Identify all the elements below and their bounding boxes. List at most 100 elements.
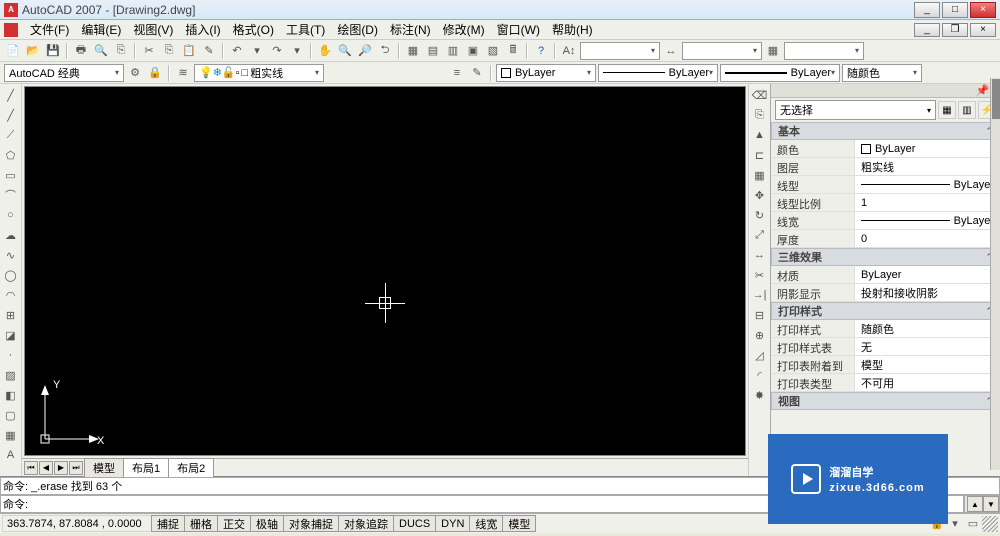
layer-mgr-icon[interactable]: ≋ (174, 64, 192, 82)
menu-window[interactable]: 窗口(W) (491, 19, 546, 40)
selectobj-icon[interactable]: ▥ (958, 101, 976, 119)
prop-value[interactable]: 随颜色 (855, 320, 1000, 337)
calc-icon[interactable]: 🖩 (504, 42, 522, 60)
tab-model[interactable]: 模型 (84, 458, 124, 477)
ws-settings-icon[interactable]: ⚙ (126, 64, 144, 82)
tab-prev-icon[interactable]: ◀ (39, 461, 53, 475)
menu-draw[interactable]: 绘图(D) (331, 19, 384, 40)
cmd-scroll-up-icon[interactable]: ▲ (967, 496, 983, 512)
offset-icon[interactable]: ⊏ (751, 146, 769, 164)
dimstyle-combo[interactable]: ▾ (682, 42, 762, 60)
ortho-toggle[interactable]: 正交 (217, 515, 251, 532)
new-icon[interactable]: 📄 (4, 42, 22, 60)
copy-icon[interactable]: ⎘ (160, 42, 178, 60)
revcloud-icon[interactable]: ☁ (2, 226, 20, 244)
prop-value[interactable]: 投射和接收阴影 (855, 284, 1000, 301)
snap-toggle[interactable]: 捕捉 (151, 515, 185, 532)
rect-icon[interactable]: ▭ (2, 166, 20, 184)
color-ctrl[interactable]: ByLayer▾ (496, 64, 596, 82)
palette-grip[interactable]: 📌× (771, 84, 1000, 98)
join-icon[interactable]: ⊕ (751, 326, 769, 344)
group-header[interactable]: 打印样式⌃ (771, 302, 1000, 320)
layer-state-icon[interactable]: ✎ (468, 64, 486, 82)
mdi-minimize[interactable]: _ (914, 23, 940, 37)
grid-toggle[interactable]: 栅格 (184, 515, 218, 532)
property-row[interactable]: 材质ByLayer (771, 266, 1000, 284)
paste-icon[interactable]: 📋 (180, 42, 198, 60)
undo-arrow-icon[interactable]: ▾ (248, 42, 266, 60)
tablestyle-combo[interactable]: ▾ (784, 42, 864, 60)
cmd-scroll-down-icon[interactable]: ▼ (983, 496, 999, 512)
copy-obj-icon[interactable]: ⎘ (751, 106, 769, 124)
match-icon[interactable]: ✎ (200, 42, 218, 60)
textstyle-icon[interactable]: A↕ (560, 42, 578, 60)
prop-value[interactable]: ByLayer (855, 266, 1000, 283)
cut-icon[interactable]: ✂ (140, 42, 158, 60)
xline-icon[interactable]: ╱ (2, 106, 20, 124)
help-icon[interactable]: ? (532, 42, 550, 60)
group-header[interactable]: 基本⌃ (771, 122, 1000, 140)
preview-icon[interactable]: 🔍 (92, 42, 110, 60)
mirror-icon[interactable]: ▲ (751, 126, 769, 144)
circle-icon[interactable]: ○ (2, 206, 20, 224)
print-icon[interactable]: 🖶 (72, 42, 90, 60)
close-button[interactable]: × (970, 2, 996, 18)
group-header[interactable]: 三维效果⌃ (771, 248, 1000, 266)
pin-icon[interactable]: 📌 (976, 84, 990, 97)
prop-value[interactable]: ByLayer (855, 176, 1000, 193)
move-icon[interactable]: ✥ (751, 186, 769, 204)
plotcolor-ctrl[interactable]: 随颜色▾ (842, 64, 922, 82)
property-row[interactable]: 打印样式随颜色 (771, 320, 1000, 338)
redo-icon[interactable]: ↷ (268, 42, 286, 60)
minimize-button[interactable]: _ (914, 2, 940, 18)
gradient-icon[interactable]: ◧ (2, 386, 20, 404)
rotate-icon[interactable]: ↻ (751, 206, 769, 224)
menu-format[interactable]: 格式(O) (227, 19, 280, 40)
prop-value[interactable]: 不可用 (855, 374, 1000, 391)
insert-icon[interactable]: ⊞ (2, 306, 20, 324)
tab-layout1[interactable]: 布局1 (123, 458, 169, 477)
prop-value[interactable]: ByLayer (855, 140, 1000, 157)
arc-icon[interactable]: ⌒ (2, 186, 20, 204)
ws-lock-icon[interactable]: 🔒 (146, 64, 164, 82)
osnap-toggle[interactable]: 对象捕捉 (283, 515, 339, 532)
right-scrollbar[interactable] (990, 78, 1000, 470)
drawing-canvas[interactable]: Y X (24, 86, 746, 456)
prop-value[interactable]: 1 (855, 194, 1000, 211)
otrack-toggle[interactable]: 对象追踪 (338, 515, 394, 532)
tab-layout2[interactable]: 布局2 (168, 458, 214, 477)
array-icon[interactable]: ▦ (751, 166, 769, 184)
resize-grip[interactable] (982, 516, 998, 532)
pan-icon[interactable]: ✋ (316, 42, 334, 60)
spline-icon[interactable]: ∿ (2, 246, 20, 264)
tab-next-icon[interactable]: ▶ (54, 461, 68, 475)
zoom-rt-icon[interactable]: 🔍 (336, 42, 354, 60)
prop-value[interactable]: 无 (855, 338, 1000, 355)
ducs-toggle[interactable]: DUCS (393, 515, 436, 532)
menu-insert[interactable]: 插入(I) (179, 19, 226, 40)
group-header[interactable]: 视图⌃ (771, 392, 1000, 410)
table-icon[interactable]: ▦ (764, 42, 782, 60)
lwt-toggle[interactable]: 线宽 (469, 515, 503, 532)
tab-first-icon[interactable]: ⏮ (24, 461, 38, 475)
workspace-combo[interactable]: AutoCAD 经典▾ (4, 64, 124, 82)
explode-icon[interactable]: ✸ (751, 386, 769, 404)
undo-icon[interactable]: ↶ (228, 42, 246, 60)
mdi-restore[interactable]: ❐ (942, 23, 968, 37)
prop-value[interactable]: 粗实线 (855, 158, 1000, 175)
markup-icon[interactable]: ▧ (484, 42, 502, 60)
property-row[interactable]: 厚度0 (771, 230, 1000, 248)
sheet-icon[interactable]: ▣ (464, 42, 482, 60)
block-icon[interactable]: ◪ (2, 326, 20, 344)
property-row[interactable]: 打印样式表无 (771, 338, 1000, 356)
property-row[interactable]: 线型比例1 (771, 194, 1000, 212)
layer-prev-icon[interactable]: ≡ (448, 64, 466, 82)
dc-icon[interactable]: ▤ (424, 42, 442, 60)
props-icon[interactable]: ▦ (404, 42, 422, 60)
property-row[interactable]: 阴影显示投射和接收阴影 (771, 284, 1000, 302)
zoom-win-icon[interactable]: 🔎 (356, 42, 374, 60)
line-icon[interactable]: ╱ (2, 86, 20, 104)
fillet-icon[interactable]: ◜ (751, 366, 769, 384)
menu-dim[interactable]: 标注(N) (384, 19, 437, 40)
linetype-ctrl[interactable]: ByLayer▾ (598, 64, 718, 82)
